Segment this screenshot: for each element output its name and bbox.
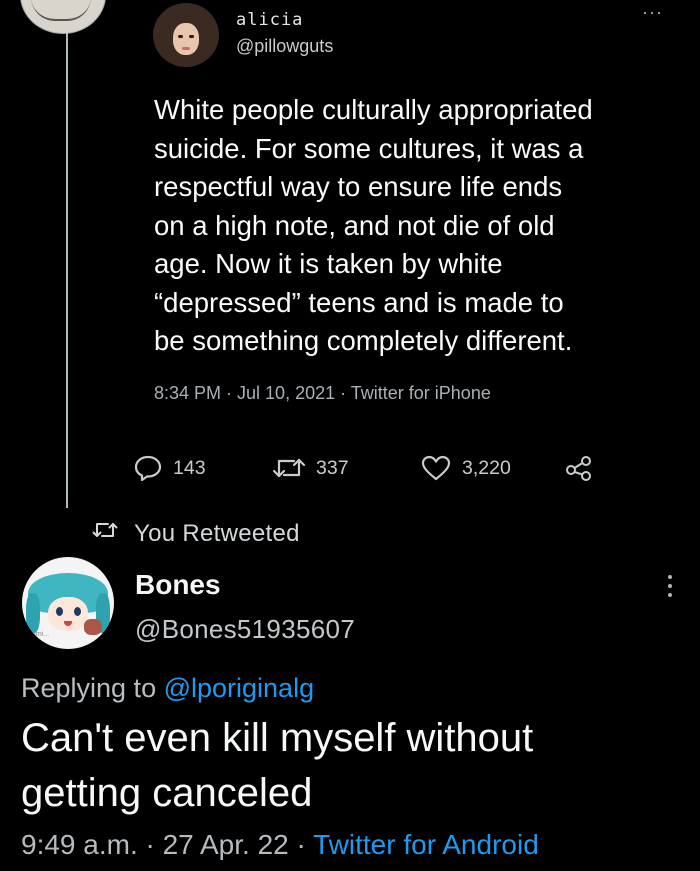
retweet-count: 337 [316,456,349,479]
like-button[interactable]: 3,220 [420,453,511,483]
retweeted-label: You Retweeted [134,519,300,547]
thread-connector-line [66,30,68,508]
tweet1-more-options-icon[interactable]: ··· [642,2,663,23]
like-count: 3,220 [462,456,511,479]
tweet1-text-line: respectful way to ensure life ends [154,171,563,202]
tweet2-text: Can't even kill myself without getting c… [21,711,533,821]
tweet1-author-name[interactable]: alicia [236,10,303,30]
share-icon [565,454,593,482]
retweet-icon [272,454,306,482]
reply-button[interactable]: 143 [133,453,206,483]
tweet2-author-name[interactable]: Bones [135,569,221,601]
tweet1-text-line: suicide. For some cultures, it was a [154,132,584,164]
tweet1-author-handle[interactable]: @pillowguts [236,36,333,57]
reply-count: 143 [173,456,206,479]
retweet-button[interactable]: 337 [272,453,349,483]
tweet1-text-line: on a high note, and not die of old [154,209,555,241]
tweet1-text: White people culturally appropriated sui… [154,91,674,361]
tweet2-author-handle[interactable]: @Bones51935607 [135,614,355,645]
tweet2-more-options-icon[interactable] [667,575,673,597]
retweet-small-icon [92,519,118,548]
replying-to-prefix: Replying to [21,673,164,703]
share-button[interactable] [565,453,593,483]
avatar-tag-text: ami... [32,631,50,638]
replying-to-mention-link[interactable]: @lporiginalg [164,673,315,703]
retweeted-indicator: You Retweeted [92,519,300,548]
previous-tweet-avatar[interactable] [20,0,106,34]
tweet2-timestamp: 9:49 a.m. · 27 Apr. 22 · Twitter for And… [21,829,539,861]
tweet1-text-line: “depressed” teens and is made to [154,286,564,318]
tweet1-timestamp[interactable]: 8:34 PM · Jul 10, 2021 · Twitter for iPh… [154,383,491,404]
tweet2-source-link[interactable]: Twitter for Android [313,829,539,860]
tweet1-text-line: age. Now it is taken by white [154,248,503,279]
tweet2-time[interactable]: 9:49 a.m. · 27 Apr. 22 · [21,829,313,860]
bones-avatar[interactable]: ami... [22,557,114,649]
tweet2-text-line: Can't even kill myself without [21,716,534,760]
tweet2-text-line: getting canceled [21,771,313,815]
replying-to-line: Replying to @lporiginalg [21,673,314,704]
tweet1-text-line: White people culturally appropriated [154,94,593,125]
reply-icon [133,454,163,482]
heart-icon [420,454,452,482]
alicia-avatar[interactable] [153,3,219,67]
tweet1-text-line: be something completely different. [154,325,573,356]
